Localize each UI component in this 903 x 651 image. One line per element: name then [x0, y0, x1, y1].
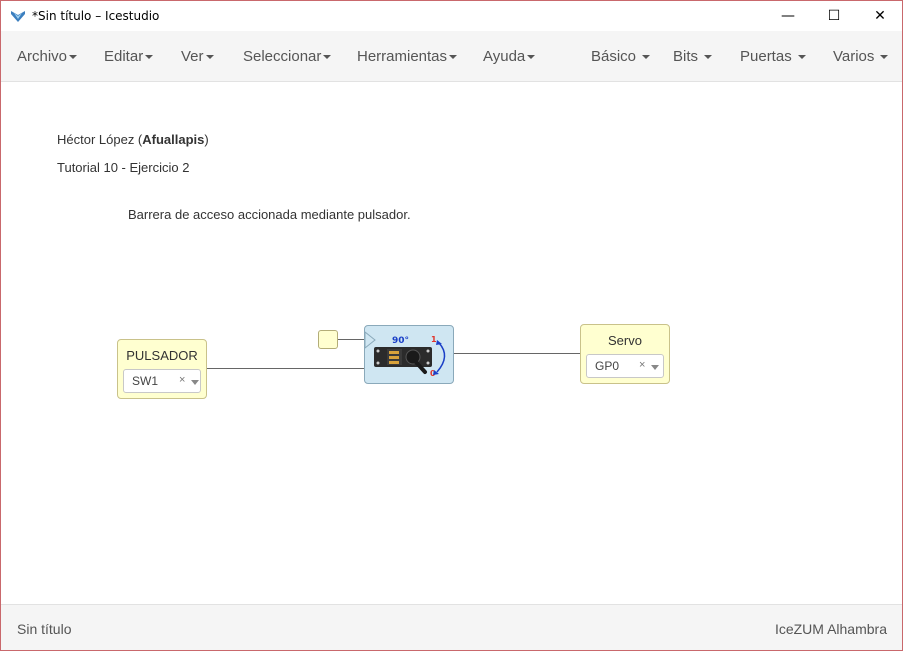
menu-label: Ayuda — [483, 48, 526, 65]
menu-label: Ver — [181, 48, 204, 65]
chevron-down-icon — [880, 55, 889, 60]
menu-puertas[interactable]: Puertas — [740, 48, 806, 65]
window-title: *Sin título – Icestudio — [32, 9, 160, 23]
tutorial-info: Tutorial 10 - Ejercicio 2 — [57, 160, 190, 175]
author-nick: Afuallapis — [142, 132, 205, 147]
design-canvas[interactable]: Héctor López (Afuallapis) Tutorial 10 - … — [1, 82, 902, 604]
chevron-down-icon — [449, 55, 458, 60]
servo-input-pin[interactable] — [318, 330, 338, 349]
wire-input-servo[interactable] — [338, 339, 364, 340]
menu-label: Seleccionar — [243, 48, 322, 65]
board-name[interactable]: IceZUM Alhambra — [775, 621, 887, 637]
chevron-down-icon — [527, 55, 536, 60]
menu-basico[interactable]: Básico — [591, 48, 651, 65]
servo-output-block[interactable]: Servo GP0 × — [580, 324, 670, 384]
chevron-down-icon — [205, 55, 214, 60]
pulsador-pin-select[interactable]: SW1 × — [123, 369, 201, 393]
menu-label: Archivo — [17, 48, 68, 65]
author-close: ) — [204, 132, 209, 147]
menu-ver[interactable]: Ver — [181, 48, 214, 65]
pulsador-block[interactable]: PULSADOR SW1 × — [117, 339, 207, 399]
menu-label: Bits — [673, 48, 699, 65]
chevron-down-icon[interactable] — [191, 380, 199, 385]
servo-mark-high: 1 — [431, 335, 437, 344]
title-bar: *Sin título – Icestudio — ☐ ✕ — [1, 1, 902, 31]
servo-module-block[interactable]: 90° 1 0 — [364, 325, 454, 384]
servo-pin-select[interactable]: GP0 × — [586, 354, 664, 378]
minimize-button[interactable]: — — [765, 1, 811, 31]
menu-varios[interactable]: Varios — [833, 48, 889, 65]
chevron-down-icon — [323, 55, 332, 60]
icestudio-logo-icon — [11, 11, 25, 22]
author-info: Héctor López (Afuallapis) — [57, 132, 209, 147]
author-name: Héctor López ( — [57, 132, 143, 147]
menu-archivo[interactable]: Archivo — [17, 48, 78, 65]
menu-label: Herramientas — [357, 48, 448, 65]
menu-bar: Archivo Editar Ver Seleccionar Herramien… — [1, 31, 902, 82]
app-window: *Sin título – Icestudio — ☐ ✕ Archivo Ed… — [0, 0, 903, 651]
menu-herramientas[interactable]: Herramientas — [357, 48, 458, 65]
servo-graphic-icon: 90° 1 0 — [364, 330, 446, 378]
clear-icon[interactable]: × — [179, 374, 185, 386]
wire-pulsador-servo[interactable] — [206, 368, 364, 369]
chevron-down-icon[interactable] — [651, 365, 659, 370]
chevron-down-icon — [69, 55, 78, 60]
servo-pin-value: GP0 — [595, 359, 620, 373]
menu-ayuda[interactable]: Ayuda — [483, 48, 536, 65]
pulsador-label: PULSADOR — [126, 348, 198, 363]
servo-angle-label: 90° — [392, 336, 409, 346]
chevron-down-icon — [797, 55, 806, 60]
chevron-down-icon — [642, 55, 651, 60]
menu-label: Básico — [591, 48, 637, 65]
maximize-button[interactable]: ☐ — [811, 1, 857, 31]
menu-label: Puertas — [740, 48, 792, 65]
status-bar: Sin título IceZUM Alhambra — [1, 604, 902, 650]
close-button[interactable]: ✕ — [857, 1, 903, 31]
project-name: Sin título — [17, 621, 72, 637]
description-info: Barrera de acceso accionada mediante pul… — [128, 207, 411, 222]
menu-bits[interactable]: Bits — [673, 48, 713, 65]
menu-editar[interactable]: Editar — [104, 48, 154, 65]
clear-icon[interactable]: × — [639, 359, 645, 371]
menu-label: Varios — [833, 48, 875, 65]
chevron-down-icon — [704, 55, 713, 60]
servo-output-label: Servo — [608, 333, 642, 348]
menu-seleccionar[interactable]: Seleccionar — [243, 48, 332, 65]
chevron-down-icon — [145, 55, 154, 60]
pulsador-pin-value: SW1 — [132, 374, 159, 388]
wire-servo-output[interactable] — [454, 353, 580, 354]
menu-label: Editar — [104, 48, 144, 65]
